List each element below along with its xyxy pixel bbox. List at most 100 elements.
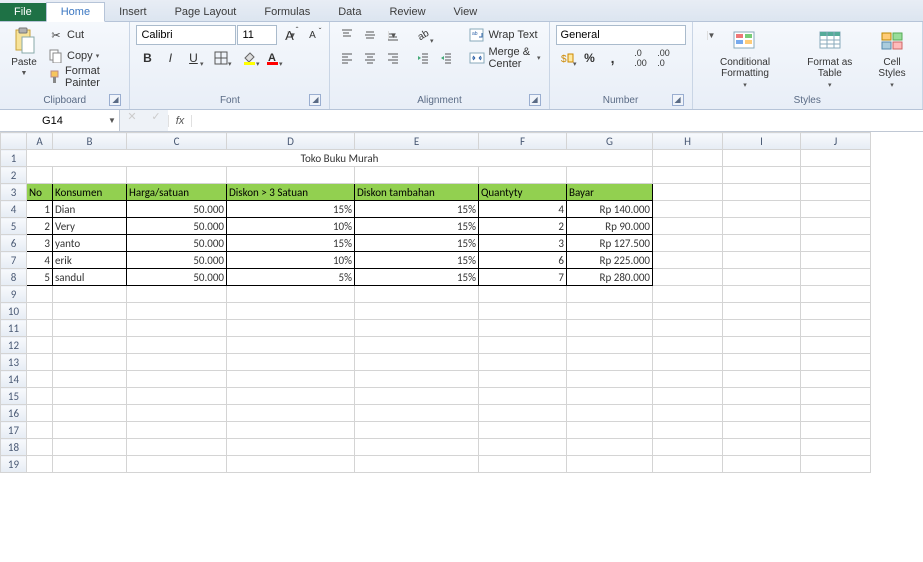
cell-J16[interactable] xyxy=(801,405,871,422)
cell-C5[interactable]: 50.000 xyxy=(127,218,227,235)
paste-button[interactable]: Paste ▼ xyxy=(6,25,42,79)
cell-D2[interactable] xyxy=(227,167,355,184)
cell-A15[interactable] xyxy=(27,388,53,405)
cell-C3[interactable]: Harga/satuan xyxy=(127,184,227,201)
tab-home[interactable]: Home xyxy=(46,2,105,22)
cell-E9[interactable] xyxy=(355,286,479,303)
cell-I2[interactable] xyxy=(723,167,801,184)
name-box[interactable]: ▼ xyxy=(0,110,120,131)
cell-B7[interactable]: erik xyxy=(53,252,127,269)
cell-D11[interactable] xyxy=(227,320,355,337)
row-header-16[interactable]: 16 xyxy=(1,405,27,422)
cell-styles-button[interactable]: Cell Styles ▾ xyxy=(868,25,916,91)
cell-I8[interactable] xyxy=(723,269,801,286)
cell-E6[interactable]: 15% xyxy=(355,235,479,252)
cell-F2[interactable] xyxy=(479,167,567,184)
cell-D4[interactable]: 15% xyxy=(227,201,355,218)
cell-J14[interactable] xyxy=(801,371,871,388)
cell-G16[interactable] xyxy=(567,405,653,422)
cell-I3[interactable] xyxy=(723,184,801,201)
cell-G5[interactable]: Rp 90.000 xyxy=(567,218,653,235)
col-header-C[interactable]: C xyxy=(127,133,227,150)
cell-E19[interactable] xyxy=(355,456,479,473)
cell-H7[interactable] xyxy=(653,252,723,269)
number-format-combo[interactable]: ▼ xyxy=(556,25,686,45)
row-header-11[interactable]: 11 xyxy=(1,320,27,337)
cell-F19[interactable] xyxy=(479,456,567,473)
cell-H14[interactable] xyxy=(653,371,723,388)
cell-A18[interactable] xyxy=(27,439,53,456)
col-header-B[interactable]: B xyxy=(53,133,127,150)
cell-C10[interactable] xyxy=(127,303,227,320)
row-header-2[interactable]: 2 xyxy=(1,167,27,184)
cell-C14[interactable] xyxy=(127,371,227,388)
cell-A1[interactable]: Toko Buku Murah xyxy=(27,150,653,167)
cell-H11[interactable] xyxy=(653,320,723,337)
cell-E4[interactable]: 15% xyxy=(355,201,479,218)
row-header-12[interactable]: 12 xyxy=(1,337,27,354)
row-header-9[interactable]: 9 xyxy=(1,286,27,303)
row-header-5[interactable]: 5 xyxy=(1,218,27,235)
cell-G14[interactable] xyxy=(567,371,653,388)
cell-D10[interactable] xyxy=(227,303,355,320)
cell-I15[interactable] xyxy=(723,388,801,405)
col-header-D[interactable]: D xyxy=(227,133,355,150)
cell-J19[interactable] xyxy=(801,456,871,473)
cell-J6[interactable] xyxy=(801,235,871,252)
col-header-E[interactable]: E xyxy=(355,133,479,150)
row-header-1[interactable]: 1 xyxy=(1,150,27,167)
conditional-formatting-button[interactable]: Conditional Formatting ▾ xyxy=(699,25,792,91)
select-all-corner[interactable] xyxy=(1,133,27,150)
cell-C17[interactable] xyxy=(127,422,227,439)
alignment-launcher[interactable]: ◢ xyxy=(529,94,541,106)
clipboard-launcher[interactable]: ◢ xyxy=(109,94,121,106)
tab-file[interactable]: File xyxy=(0,3,46,21)
cell-J2[interactable] xyxy=(801,167,871,184)
cell-G17[interactable] xyxy=(567,422,653,439)
cell-I4[interactable] xyxy=(723,201,801,218)
cell-D13[interactable] xyxy=(227,354,355,371)
cell-D18[interactable] xyxy=(227,439,355,456)
cell-B16[interactable] xyxy=(53,405,127,422)
cell-F14[interactable] xyxy=(479,371,567,388)
cell-E17[interactable] xyxy=(355,422,479,439)
cell-J17[interactable] xyxy=(801,422,871,439)
row-header-10[interactable]: 10 xyxy=(1,303,27,320)
cell-G10[interactable] xyxy=(567,303,653,320)
cell-F13[interactable] xyxy=(479,354,567,371)
tab-formulas[interactable]: Formulas xyxy=(250,3,324,21)
cell-G19[interactable] xyxy=(567,456,653,473)
row-header-19[interactable]: 19 xyxy=(1,456,27,473)
cell-F9[interactable] xyxy=(479,286,567,303)
merge-center-button[interactable]: Merge & Center ▾ xyxy=(467,48,542,68)
cell-I5[interactable] xyxy=(723,218,801,235)
cell-G13[interactable] xyxy=(567,354,653,371)
cell-H15[interactable] xyxy=(653,388,723,405)
cell-A7[interactable]: 4 xyxy=(27,252,53,269)
cell-A8[interactable]: 5 xyxy=(27,269,53,286)
align-right-button[interactable] xyxy=(382,48,404,68)
row-header-14[interactable]: 14 xyxy=(1,371,27,388)
cell-A5[interactable]: 2 xyxy=(27,218,53,235)
cell-G3[interactable]: Bayar xyxy=(567,184,653,201)
cell-A2[interactable] xyxy=(27,167,53,184)
cell-E15[interactable] xyxy=(355,388,479,405)
fx-icon[interactable]: fx xyxy=(168,115,192,127)
cell-C6[interactable]: 50.000 xyxy=(127,235,227,252)
accounting-format-button[interactable]: $ xyxy=(556,48,578,68)
col-header-G[interactable]: G xyxy=(567,133,653,150)
format-painter-button[interactable]: Format Painter xyxy=(46,67,123,87)
cell-D14[interactable] xyxy=(227,371,355,388)
cell-E12[interactable] xyxy=(355,337,479,354)
cell-F18[interactable] xyxy=(479,439,567,456)
cell-F17[interactable] xyxy=(479,422,567,439)
col-header-J[interactable]: J xyxy=(801,133,871,150)
tab-view[interactable]: View xyxy=(440,3,492,21)
font-size-combo[interactable]: ▼ xyxy=(237,25,277,45)
cell-I16[interactable] xyxy=(723,405,801,422)
cell-I13[interactable] xyxy=(723,354,801,371)
cell-H12[interactable] xyxy=(653,337,723,354)
cell-C16[interactable] xyxy=(127,405,227,422)
cell-B5[interactable]: Very xyxy=(53,218,127,235)
cell-C2[interactable] xyxy=(127,167,227,184)
